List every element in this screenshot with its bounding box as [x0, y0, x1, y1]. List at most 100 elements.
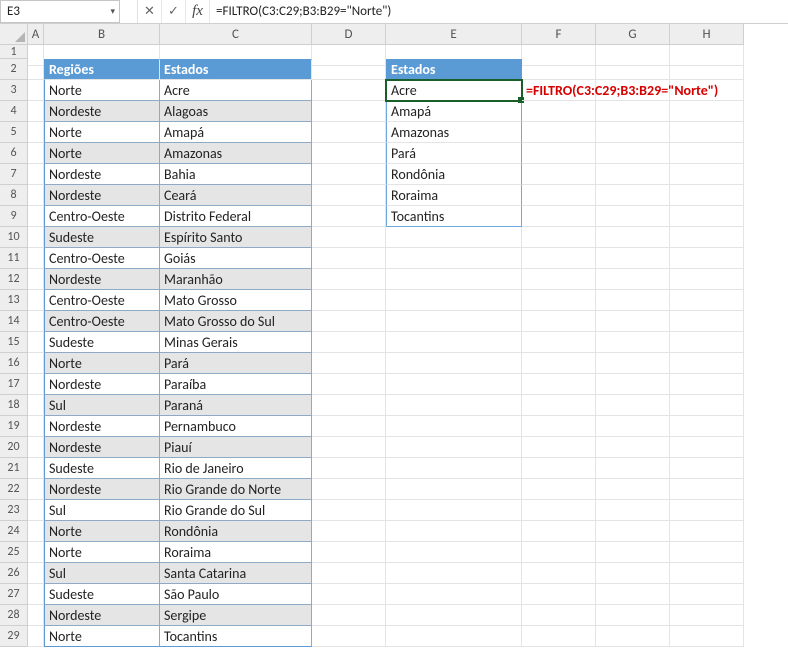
- cell[interactable]: [596, 269, 670, 290]
- spill-cell[interactable]: Rondônia: [386, 164, 522, 185]
- table-cell[interactable]: Sergipe: [160, 605, 312, 626]
- cell[interactable]: [386, 500, 522, 521]
- active-cell-e3[interactable]: Acre: [386, 80, 522, 101]
- cell[interactable]: [522, 164, 596, 185]
- cell[interactable]: [670, 584, 744, 605]
- row-header[interactable]: 10: [0, 227, 28, 248]
- row-header[interactable]: 2: [0, 59, 28, 80]
- select-all-corner[interactable]: [0, 24, 28, 45]
- cell[interactable]: [522, 500, 596, 521]
- cell[interactable]: [670, 416, 744, 437]
- cell[interactable]: [312, 395, 386, 416]
- table-cell[interactable]: Santa Catarina: [160, 563, 312, 584]
- cell[interactable]: [522, 416, 596, 437]
- cell[interactable]: [596, 59, 670, 80]
- cell[interactable]: [596, 563, 670, 584]
- row-header[interactable]: 7: [0, 164, 28, 185]
- cell[interactable]: [28, 311, 44, 332]
- table-cell[interactable]: Alagoas: [160, 101, 312, 122]
- row-header[interactable]: 27: [0, 584, 28, 605]
- table-header-regioes[interactable]: Regiões: [44, 59, 160, 80]
- table-cell[interactable]: Centro-Oeste: [44, 311, 160, 332]
- cell[interactable]: [386, 332, 522, 353]
- cell[interactable]: [28, 458, 44, 479]
- row-header[interactable]: 11: [0, 248, 28, 269]
- cell[interactable]: [312, 206, 386, 227]
- cell[interactable]: [28, 521, 44, 542]
- cell[interactable]: [596, 395, 670, 416]
- cell[interactable]: [670, 122, 744, 143]
- row-header[interactable]: 4: [0, 101, 28, 122]
- cell[interactable]: [312, 521, 386, 542]
- table-cell[interactable]: Piauí: [160, 437, 312, 458]
- cell[interactable]: [522, 311, 596, 332]
- table-cell[interactable]: Paraíba: [160, 374, 312, 395]
- cell[interactable]: [28, 143, 44, 164]
- cell[interactable]: [312, 437, 386, 458]
- table-cell[interactable]: Nordeste: [44, 101, 160, 122]
- row-header[interactable]: 12: [0, 269, 28, 290]
- cell[interactable]: [28, 80, 44, 101]
- cell[interactable]: [670, 227, 744, 248]
- cell[interactable]: [522, 479, 596, 500]
- row-header[interactable]: 26: [0, 563, 28, 584]
- table-cell[interactable]: Bahia: [160, 164, 312, 185]
- cell[interactable]: [522, 248, 596, 269]
- table-cell[interactable]: Tocantins: [160, 626, 312, 647]
- cell[interactable]: [28, 269, 44, 290]
- cell[interactable]: [596, 542, 670, 563]
- cell[interactable]: [312, 101, 386, 122]
- cell[interactable]: [28, 101, 44, 122]
- cell[interactable]: [28, 479, 44, 500]
- table-cell[interactable]: Rio Grande do Norte: [160, 479, 312, 500]
- cell[interactable]: [522, 458, 596, 479]
- table-cell[interactable]: Nordeste: [44, 164, 160, 185]
- table-cell[interactable]: Norte: [44, 626, 160, 647]
- cell[interactable]: [28, 626, 44, 647]
- cell[interactable]: [386, 290, 522, 311]
- table-cell[interactable]: Nordeste: [44, 479, 160, 500]
- cell[interactable]: [596, 458, 670, 479]
- cell[interactable]: [670, 542, 744, 563]
- table-cell[interactable]: Norte: [44, 521, 160, 542]
- cell[interactable]: [522, 437, 596, 458]
- cell[interactable]: [28, 353, 44, 374]
- cell[interactable]: [670, 269, 744, 290]
- table-cell[interactable]: Sul: [44, 395, 160, 416]
- cell[interactable]: [312, 143, 386, 164]
- spill-cell[interactable]: Pará: [386, 143, 522, 164]
- cell[interactable]: [386, 479, 522, 500]
- cell[interactable]: [386, 416, 522, 437]
- cell[interactable]: [386, 248, 522, 269]
- cell[interactable]: [522, 101, 596, 122]
- table-cell[interactable]: Acre: [160, 80, 312, 101]
- table-cell[interactable]: Sul: [44, 563, 160, 584]
- cell[interactable]: [312, 332, 386, 353]
- cell[interactable]: [386, 521, 522, 542]
- cell[interactable]: [596, 626, 670, 647]
- table-cell[interactable]: Rio Grande do Sul: [160, 500, 312, 521]
- cell[interactable]: [670, 626, 744, 647]
- row-header[interactable]: 23: [0, 500, 28, 521]
- cell[interactable]: [596, 290, 670, 311]
- cell[interactable]: [596, 101, 670, 122]
- cell[interactable]: [28, 290, 44, 311]
- cell[interactable]: [312, 605, 386, 626]
- table-cell[interactable]: Norte: [44, 80, 160, 101]
- cell[interactable]: [596, 227, 670, 248]
- row-header[interactable]: 21: [0, 458, 28, 479]
- cell[interactable]: [670, 395, 744, 416]
- cell[interactable]: [522, 542, 596, 563]
- table-cell[interactable]: Norte: [44, 143, 160, 164]
- formula-input[interactable]: =FILTRO(C3:C29;B3:B29="Norte"): [210, 0, 788, 23]
- cell[interactable]: [522, 353, 596, 374]
- cell[interactable]: [386, 458, 522, 479]
- cell[interactable]: [312, 353, 386, 374]
- cell[interactable]: [312, 626, 386, 647]
- row-header[interactable]: 8: [0, 185, 28, 206]
- table-cell[interactable]: Sudeste: [44, 458, 160, 479]
- cell[interactable]: [670, 59, 744, 80]
- cell[interactable]: [386, 542, 522, 563]
- cell[interactable]: [28, 59, 44, 80]
- cell[interactable]: [386, 374, 522, 395]
